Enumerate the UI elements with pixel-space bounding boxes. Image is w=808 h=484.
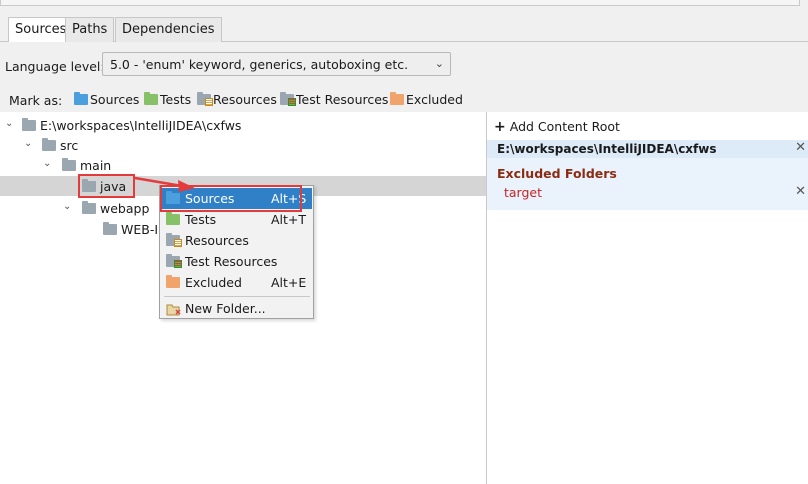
- annotation-arrow-line: [134, 176, 183, 188]
- annotation-arrow: [134, 176, 195, 192]
- annotation-arrow-head: [178, 180, 195, 192]
